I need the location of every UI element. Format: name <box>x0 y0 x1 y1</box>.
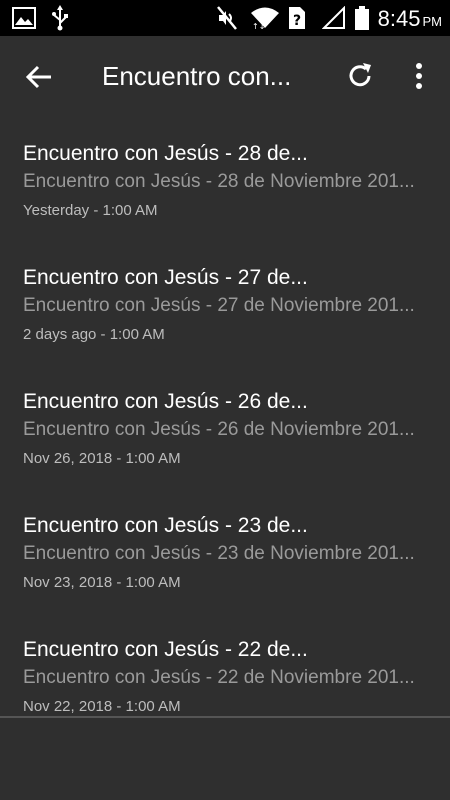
list-item-subtitle: Encuentro con Jesús - 26 de Noviembre 20… <box>23 419 415 440</box>
image-icon <box>12 0 36 36</box>
list-item[interactable]: Encuentro con Jesús - 27 de... Encuentro… <box>0 254 450 378</box>
list-item-subtitle: Encuentro con Jesús - 28 de Noviembre 20… <box>23 171 415 192</box>
clock-ampm: PM <box>422 14 443 29</box>
list-item-subtitle: Encuentro con Jesús - 23 de Noviembre 20… <box>23 543 415 564</box>
mute-icon <box>216 0 238 36</box>
list-item[interactable]: Encuentro con Jesús - 26 de... Encuentro… <box>0 378 450 502</box>
list-item-title: Encuentro con Jesús - 23 de... <box>23 514 308 537</box>
list-item[interactable]: Encuentro con Jesús - 23 de... Encuentro… <box>0 502 450 626</box>
clock-time: 8:45 <box>377 6 421 31</box>
signal-icon <box>322 0 346 36</box>
list-divider <box>0 716 450 718</box>
page-title: Encuentro con... <box>102 61 292 91</box>
list-item-title: Encuentro con Jesús - 22 de... <box>23 638 308 661</box>
usb-icon <box>50 0 70 36</box>
wifi-icon: ↑↓ <box>250 0 280 36</box>
list-item-title: Encuentro con Jesús - 28 de... <box>23 142 308 165</box>
app-bar: Encuentro con... <box>0 36 450 116</box>
list-item[interactable]: Encuentro con Jesús - 22 de... Encuentro… <box>0 626 450 750</box>
more-vert-icon[interactable] <box>406 60 432 92</box>
message-list: Encuentro con Jesús - 28 de... Encuentro… <box>0 130 450 750</box>
sim-icon: ? <box>287 0 307 36</box>
refresh-icon[interactable] <box>344 60 376 92</box>
status-bar: ↑↓ ? 8:45 PM <box>0 0 450 36</box>
list-item[interactable]: Encuentro con Jesús - 28 de... Encuentro… <box>0 130 450 254</box>
list-item-subtitle: Encuentro con Jesús - 22 de Noviembre 20… <box>23 667 415 688</box>
list-item-date: Yesterday - 1:00 AM <box>23 202 158 219</box>
status-time: 8:45 PM <box>378 0 442 36</box>
list-item-date: 2 days ago - 1:00 AM <box>23 326 165 343</box>
list-item-subtitle: Encuentro con Jesús - 27 de Noviembre 20… <box>23 295 415 316</box>
svg-text:↑↓: ↑↓ <box>252 22 265 30</box>
arrow-back-icon[interactable] <box>24 62 54 92</box>
list-item-title: Encuentro con Jesús - 26 de... <box>23 390 308 413</box>
battery-icon <box>354 0 370 36</box>
list-item-title: Encuentro con Jesús - 27 de... <box>23 266 308 289</box>
list-item-date: Nov 26, 2018 - 1:00 AM <box>23 450 181 467</box>
list-item-date: Nov 23, 2018 - 1:00 AM <box>23 574 181 591</box>
svg-text:?: ? <box>293 13 301 29</box>
